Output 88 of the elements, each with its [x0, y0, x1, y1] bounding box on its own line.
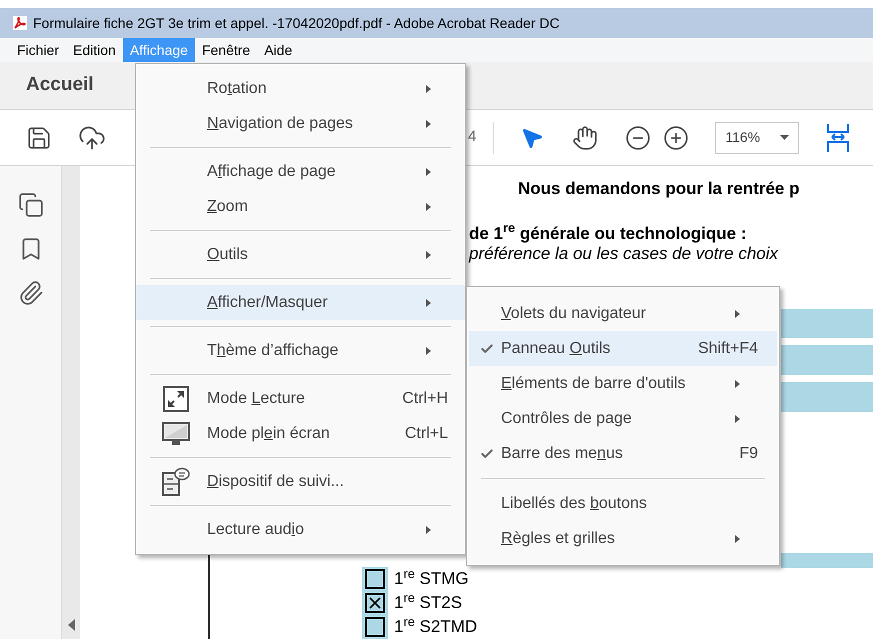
- menu-item-label: Contrôles de page: [501, 410, 632, 426]
- menu-item-label: Mode plein écran: [207, 424, 330, 442]
- menu-item[interactable]: Barre des menus F9: [469, 436, 777, 471]
- menu-item-label: Lecture audio: [207, 520, 304, 538]
- monitor-icon: [162, 422, 190, 446]
- option-label: 1$^{re}$ S2TMD: [394, 614, 478, 638]
- instruction-text: préférence la ou les cases de votre choix: [469, 244, 780, 264]
- menu-item-label: Mode Lecture: [207, 390, 305, 406]
- menu-bar-item[interactable]: Fichier: [10, 38, 66, 62]
- shortcut-text: Ctrl+H: [402, 388, 449, 408]
- checkbox[interactable]: [365, 593, 385, 613]
- section-heading: de 1$^{re}$ générale ou technologique :: [469, 224, 748, 244]
- menu-item-label: Règles et grilles: [501, 530, 615, 546]
- hand-icon[interactable]: [572, 124, 598, 150]
- submenu-arrow-icon: [426, 84, 431, 92]
- submenu-arrow-icon: [426, 202, 431, 210]
- shortcut-text: F9: [739, 444, 759, 464]
- menu-item-label: Afficher/Masquer: [207, 294, 328, 310]
- tracker-icon: [162, 466, 190, 496]
- document-heading: Nous demandons pour la rentrée p: [518, 178, 800, 200]
- checkbox[interactable]: [365, 617, 385, 637]
- submenu-arrow-icon: [426, 346, 431, 354]
- menu-item[interactable]: Outils: [136, 237, 465, 272]
- menu-bar-item[interactable]: Edition: [66, 38, 123, 62]
- submenu-arrow-icon: [735, 380, 740, 388]
- form-field[interactable]: [781, 382, 873, 412]
- caret-icon: [780, 135, 790, 140]
- submenu-arrow-icon: [426, 168, 431, 176]
- menu-item[interactable]: Règles et grilles: [469, 521, 777, 556]
- menu-item-label: Affichage de page: [207, 162, 336, 180]
- menu-item-label: Panneau Outils: [501, 340, 610, 356]
- form-field[interactable]: [781, 552, 873, 568]
- menu-item-label: Navigation de pages: [207, 114, 353, 132]
- menu-item[interactable]: Affichage de page: [136, 154, 465, 189]
- submenu-arrow-icon: [426, 298, 431, 306]
- menu-item[interactable]: Contrôles de page: [469, 401, 777, 436]
- menu-item[interactable]: Mode plein écran Ctrl+L: [136, 416, 465, 451]
- save-icon[interactable]: [26, 124, 52, 150]
- menu-item-label: Volets du navigateur: [501, 304, 646, 322]
- menu-item[interactable]: Panneau Outils Shift+F4: [469, 331, 777, 366]
- menu-item[interactable]: Navigation de pages: [136, 106, 465, 141]
- menu-item[interactable]: Lecture audio: [136, 512, 465, 547]
- menu-item-label: Outils: [207, 246, 248, 262]
- attachment-icon[interactable]: [18, 280, 44, 306]
- page-count: 4: [468, 127, 476, 148]
- menu-bar-item[interactable]: Aide: [257, 38, 300, 62]
- menu-item-label: Rotation: [207, 80, 267, 96]
- expand-icon: [162, 386, 188, 412]
- menu-item-label: Barre des menus: [501, 444, 623, 462]
- menu-item-label: Thème d’affichage: [207, 342, 338, 358]
- menu-item-label: Libellés des boutons: [501, 494, 647, 512]
- zoom-dropdown[interactable]: 116%: [715, 122, 800, 154]
- submenu-arrow-icon: [735, 534, 740, 542]
- menu-item[interactable]: Mode Lecture Ctrl+H: [136, 381, 465, 416]
- menu-item-label: Dispositif de suivi...: [207, 472, 344, 490]
- menu-item[interactable]: Libellés des boutons: [469, 486, 777, 521]
- zoom-out-icon[interactable]: [625, 124, 652, 150]
- menu-item-label: Zoom: [207, 198, 248, 214]
- menu-item[interactable]: Eléments de barre d'outils: [469, 366, 777, 401]
- menu-item[interactable]: Afficher/Masquer: [136, 285, 465, 320]
- menu-item[interactable]: Dispositif de suivi...: [136, 464, 465, 499]
- menu-item[interactable]: Thème d’affichage: [136, 333, 465, 368]
- form-field[interactable]: [781, 308, 873, 338]
- submenu-arrow-icon: [735, 414, 740, 422]
- option-label: 1$^{re}$ STMG: [394, 566, 469, 590]
- shortcut-text: Shift+F4: [698, 338, 759, 358]
- submenu-arrow-icon: [426, 526, 431, 534]
- zoom-in-icon[interactable]: [663, 124, 690, 150]
- menu-bar-item[interactable]: Fenêtre: [194, 38, 258, 62]
- fit-width-icon[interactable]: [825, 122, 852, 154]
- shortcut-text: Ctrl+L: [404, 424, 449, 444]
- cross-mark-icon: [369, 597, 381, 609]
- option-label: 1$^{re}$ ST2S: [394, 590, 462, 614]
- menu-item-label: Eléments de barre d'outils: [501, 374, 686, 392]
- pages-icon[interactable]: [18, 192, 44, 218]
- tab[interactable]: Accueil: [26, 71, 94, 100]
- menu-item[interactable]: Rotation: [136, 71, 465, 106]
- menu-item[interactable]: Zoom: [136, 189, 465, 224]
- menu-item[interactable]: Volets du navigateur: [469, 296, 777, 331]
- checkbox[interactable]: [365, 569, 385, 589]
- form-field[interactable]: [781, 344, 873, 374]
- pdf-icon: [12, 15, 28, 31]
- submenu-arrow-icon: [426, 120, 431, 128]
- cloud-upload-icon[interactable]: [78, 124, 106, 152]
- window-title: Formulaire fiche 2GT 3e trim et appel. -17042020pdf.pdf - Adobe Acrobat Reader DC: [33, 14, 560, 33]
- submenu-arrow-icon: [735, 310, 740, 318]
- scroll-left-icon[interactable]: [68, 619, 74, 631]
- submenu-arrow-icon: [426, 250, 431, 258]
